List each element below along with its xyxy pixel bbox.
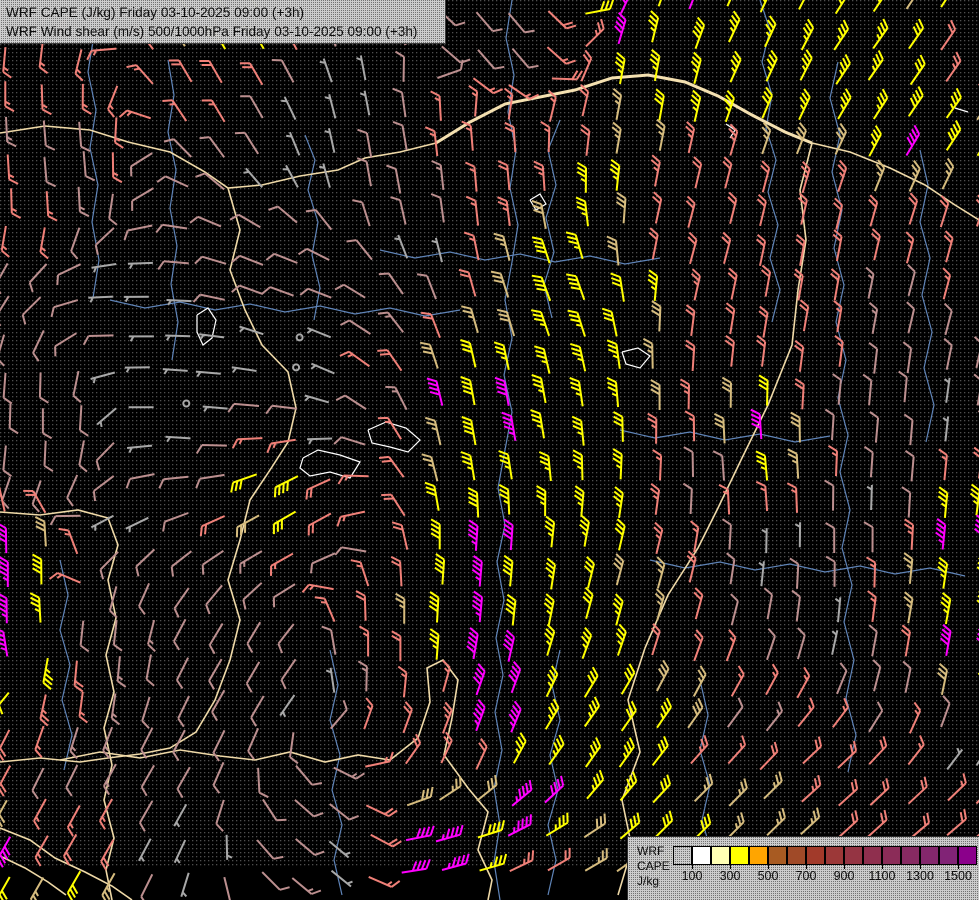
legend-unit-line-3: J/kg xyxy=(637,874,670,889)
weather-map-screen: WRF CAPE (J/kg) Friday 03-10-2025 09:00 … xyxy=(0,0,979,900)
legend-cell xyxy=(673,846,692,865)
legend-tick-label: 100 xyxy=(682,869,703,883)
legend-cell xyxy=(920,846,939,865)
legend-tick-label: 1500 xyxy=(944,869,972,883)
legend-cell xyxy=(787,846,806,865)
legend-cell xyxy=(863,846,882,865)
legend-unit-line-1: WRF xyxy=(637,844,670,859)
legend-cell xyxy=(692,846,711,865)
legend-cell xyxy=(939,846,958,865)
legend-cell xyxy=(825,846,844,865)
legend-cell xyxy=(844,846,863,865)
legend-cell xyxy=(730,846,749,865)
legend-cell xyxy=(768,846,787,865)
legend-unit-label: WRF CAPE J/kg xyxy=(637,844,670,889)
legend-unit-line-2: CAPE xyxy=(637,859,670,874)
legend-cell xyxy=(882,846,901,865)
forecast-title-bar: WRF CAPE (J/kg) Friday 03-10-2025 09:00 … xyxy=(0,0,446,44)
legend-cell xyxy=(806,846,825,865)
legend-cell xyxy=(711,846,730,865)
shear-title-text: WRF Wind shear (m/s) 500/1000hPa Friday … xyxy=(6,22,445,41)
legend-cell xyxy=(901,846,920,865)
legend-cell xyxy=(958,846,977,865)
cape-legend: WRF CAPE J/kg 100 300 500 700 900 1100 1300 150… xyxy=(627,836,979,900)
legend-tick-label: 300 xyxy=(720,869,741,883)
legend-tick-label: 900 xyxy=(834,869,855,883)
cape-title-text: WRF CAPE (J/kg) Friday 03-10-2025 09:00 … xyxy=(6,3,445,22)
weather-map-canvas xyxy=(0,0,979,900)
legend-tick-label: 1100 xyxy=(869,869,896,883)
legend-cell xyxy=(749,846,768,865)
legend-tick-label: 500 xyxy=(758,869,779,883)
legend-tick-label: 700 xyxy=(796,869,817,883)
legend-tick-label: 1300 xyxy=(906,869,934,883)
